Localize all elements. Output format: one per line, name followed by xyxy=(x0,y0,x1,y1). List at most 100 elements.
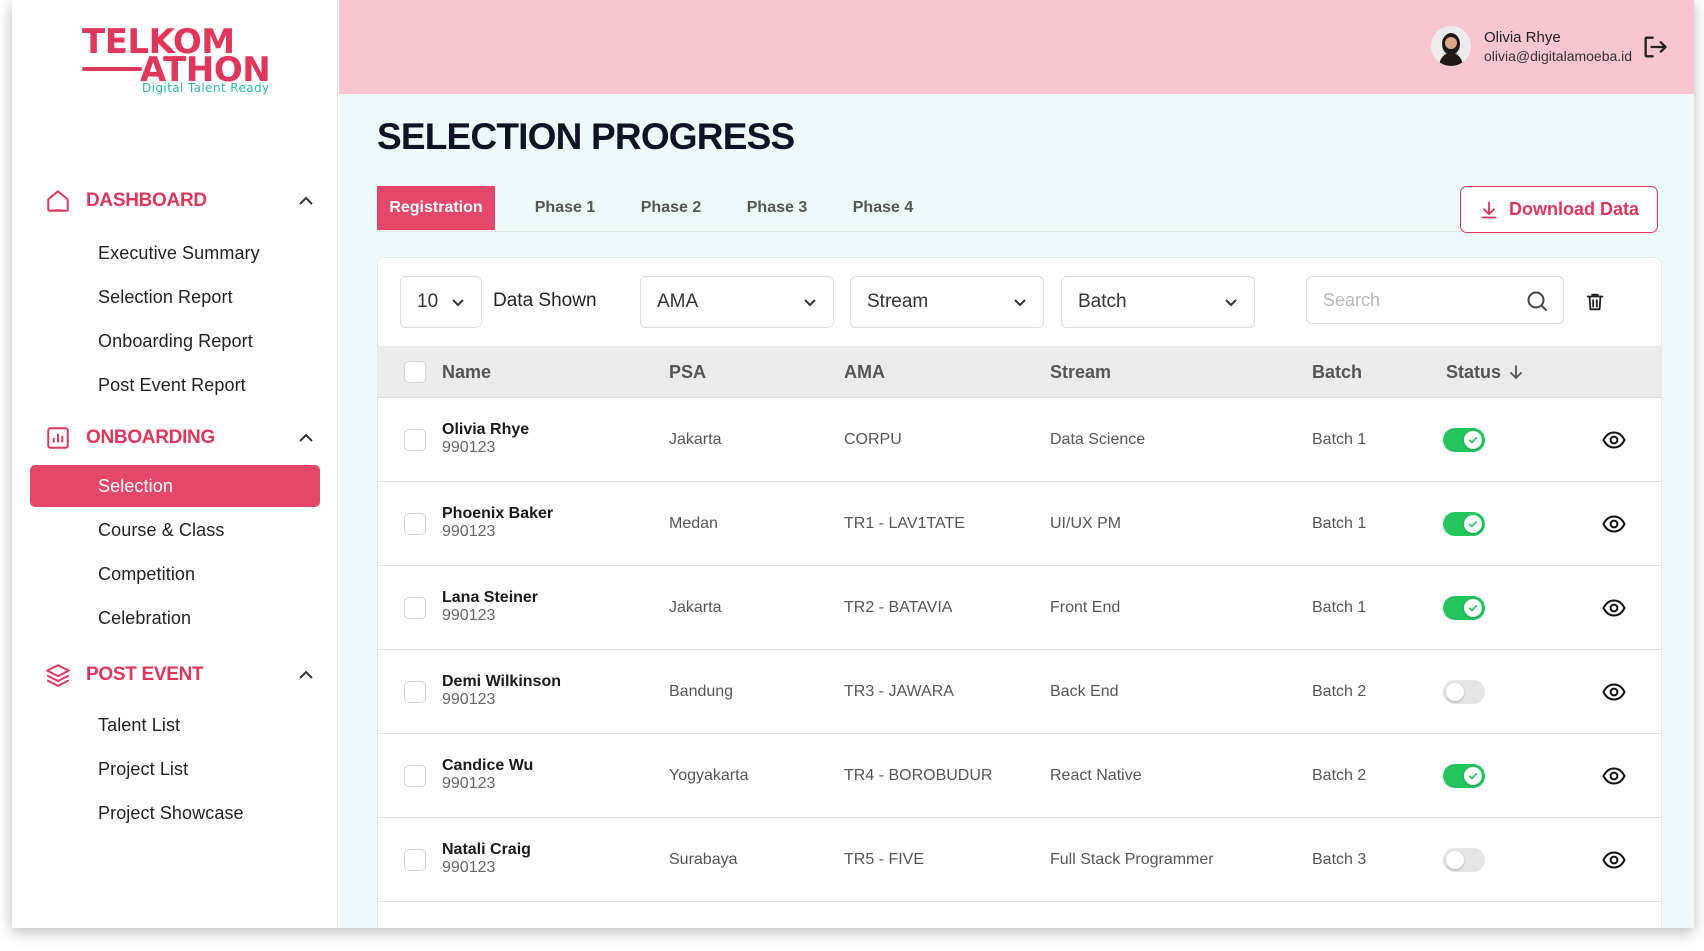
eye-icon[interactable] xyxy=(1602,514,1626,534)
participant-name: Olivia Rhye xyxy=(442,421,530,438)
toggle-knob xyxy=(1464,599,1482,617)
sidebar-item-onboarding-report[interactable]: Onboarding Report xyxy=(30,320,320,362)
row-checkbox[interactable] xyxy=(404,849,426,871)
cell-batch: Batch 1 xyxy=(1312,599,1367,616)
row-checkbox[interactable] xyxy=(404,765,426,787)
search-input[interactable]: Search xyxy=(1306,276,1564,324)
sidebar-item-post-event-report[interactable]: Post Event Report xyxy=(30,364,320,406)
search-placeholder: Search xyxy=(1323,289,1381,310)
table-row[interactable]: Candice Wu 990123 Yogyakarta TR4 - BOROBUDU… xyxy=(378,734,1661,818)
column-header-stream[interactable]: Stream xyxy=(1050,346,1111,398)
column-header-status-label: Status xyxy=(1446,361,1502,382)
column-header-batch[interactable]: Batch xyxy=(1312,346,1362,398)
page-size-select[interactable]: 10 xyxy=(400,276,482,328)
tab-phase-3[interactable]: Phase 3 xyxy=(727,186,827,230)
eye-icon[interactable] xyxy=(1602,850,1626,870)
column-header-ama[interactable]: AMA xyxy=(844,346,885,398)
cell-batch: Batch 1 xyxy=(1312,431,1367,448)
sidebar-section-onboarding[interactable]: ONBOARDING xyxy=(44,423,324,453)
search-icon[interactable] xyxy=(1525,289,1549,313)
cell-stream: Back End xyxy=(1050,683,1119,700)
cell-ama: TR5 - FIVE xyxy=(844,851,925,868)
main-content: SELECTION PROGRESS Registration Phase 1 … xyxy=(339,94,1694,928)
stream-filter-value: Stream xyxy=(867,291,929,312)
sidebar: TELKOM ATHON Digital Talent Ready DASHBO… xyxy=(12,0,338,928)
status-toggle[interactable] xyxy=(1443,764,1485,788)
stream-filter-select[interactable]: Stream xyxy=(850,276,1044,328)
column-header-name[interactable]: Name xyxy=(442,346,491,398)
selection-table-card: 10 Data Shown AMA Stream Batch Search Na… xyxy=(377,257,1662,928)
eye-icon[interactable] xyxy=(1602,430,1626,450)
row-checkbox[interactable] xyxy=(404,681,426,703)
cell-batch: Batch 1 xyxy=(1312,515,1367,532)
select-all-checkbox[interactable] xyxy=(404,361,426,383)
sidebar-item-project-showcase[interactable]: Project Showcase xyxy=(30,792,320,834)
table-row[interactable]: Natali Craig 990123 Surabaya TR5 - FIVE Full… xyxy=(378,818,1661,902)
row-checkbox[interactable] xyxy=(404,597,426,619)
sidebar-item-executive-summary[interactable]: Executive Summary xyxy=(30,232,320,274)
sidebar-item-celebration[interactable]: Celebration xyxy=(30,597,320,639)
tab-phase-4[interactable]: Phase 4 xyxy=(833,186,933,230)
table-row[interactable]: Phoenix Baker 990123 Medan TR1 - LAV1TATE UI… xyxy=(378,482,1661,566)
status-toggle[interactable] xyxy=(1443,428,1485,452)
table-row[interactable]: Demi Wilkinson 990123 Bandung TR3 - JAWARA B… xyxy=(378,650,1661,734)
sidebar-item-competition[interactable]: Competition xyxy=(30,553,320,595)
cell-stream: Full Stack Programmer xyxy=(1050,851,1214,868)
cell-batch: Batch 2 xyxy=(1312,767,1367,784)
brand-logo: TELKOM ATHON Digital Talent Ready xyxy=(82,24,292,102)
app-window: TELKOM ATHON Digital Talent Ready DASHBO… xyxy=(12,0,1694,928)
sidebar-item-project-list[interactable]: Project List xyxy=(30,748,320,790)
download-data-button[interactable]: Download Data xyxy=(1460,186,1658,233)
table-row[interactable]: Olivia Rhye 990123 Jakarta CORPU Data Scienc… xyxy=(378,398,1661,482)
sidebar-section-label: POST EVENT xyxy=(86,664,204,685)
tab-phase-1[interactable]: Phase 1 xyxy=(515,186,615,230)
sidebar-item-course-class[interactable]: Course & Class xyxy=(30,509,320,551)
sidebar-item-selection-report[interactable]: Selection Report xyxy=(30,276,320,318)
status-toggle[interactable] xyxy=(1443,512,1485,536)
status-toggle[interactable] xyxy=(1443,596,1485,620)
sidebar-section-post-event[interactable]: POST EVENT xyxy=(44,660,324,690)
batch-filter-select[interactable]: Batch xyxy=(1061,276,1255,328)
eye-icon[interactable] xyxy=(1602,766,1626,786)
page-title: SELECTION PROGRESS xyxy=(377,116,795,157)
chevron-up-icon[interactable] xyxy=(296,428,316,448)
user-name: Olivia Rhye xyxy=(1484,29,1561,46)
row-checkbox[interactable] xyxy=(404,513,426,535)
sidebar-section-dashboard[interactable]: DASHBOARD xyxy=(44,186,324,216)
logout-icon[interactable] xyxy=(1641,33,1669,61)
tab-registration[interactable]: Registration xyxy=(377,186,495,230)
sidebar-section-label: DASHBOARD xyxy=(86,190,207,211)
participant-name: Lana Steiner xyxy=(442,589,539,606)
participant-name: Demi Wilkinson xyxy=(442,673,561,690)
page-size-value: 10 xyxy=(417,291,439,312)
chevron-up-icon[interactable] xyxy=(296,191,316,211)
cell-ama: TR4 - BOROBUDUR xyxy=(844,767,993,784)
avatar[interactable] xyxy=(1431,26,1471,66)
sidebar-item-talent-list[interactable]: Talent List xyxy=(30,704,320,746)
cell-stream: Data Science xyxy=(1050,431,1146,448)
cell-name: Olivia Rhye 990123 xyxy=(442,420,529,457)
table-row[interactable]: Lana Steiner 990123 Jakarta TR2 - BATAVIA Fr… xyxy=(378,566,1661,650)
eye-icon[interactable] xyxy=(1602,598,1626,618)
column-header-psa[interactable]: PSA xyxy=(669,346,706,398)
participant-id: 990123 xyxy=(442,775,496,792)
status-toggle[interactable] xyxy=(1443,680,1485,704)
cell-name: Phoenix Baker 990123 xyxy=(442,504,553,541)
eye-icon[interactable] xyxy=(1602,682,1626,702)
cell-batch: Batch 2 xyxy=(1312,683,1367,700)
tab-phase-2[interactable]: Phase 2 xyxy=(621,186,721,230)
sidebar-item-selection[interactable]: Selection xyxy=(30,465,320,507)
status-toggle[interactable] xyxy=(1443,848,1485,872)
cell-stream: Front End xyxy=(1050,599,1121,616)
cell-batch: Batch 3 xyxy=(1312,851,1367,868)
column-header-status[interactable]: Status xyxy=(1446,346,1523,398)
chevron-up-icon[interactable] xyxy=(296,665,316,685)
toggle-knob xyxy=(1446,683,1464,701)
trash-icon[interactable] xyxy=(1584,291,1606,313)
toggle-knob xyxy=(1464,431,1482,449)
ama-filter-select[interactable]: AMA xyxy=(640,276,834,328)
download-data-label: Download Data xyxy=(1508,199,1639,219)
cell-psa: Yogyakarta xyxy=(669,767,749,784)
cell-ama: TR1 - LAV1TATE xyxy=(844,515,965,532)
row-checkbox[interactable] xyxy=(404,429,426,451)
